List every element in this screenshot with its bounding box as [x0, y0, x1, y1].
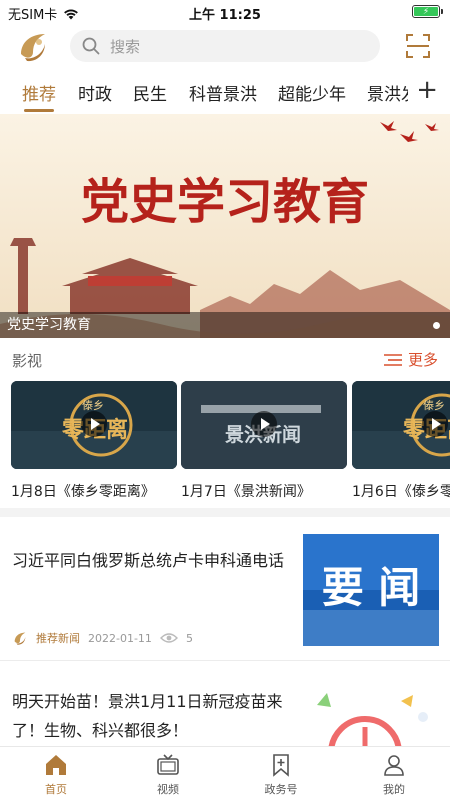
search-placeholder: 搜索 [110, 37, 141, 56]
svg-text:要 闻: 要 闻 [322, 563, 421, 612]
banner-image: 党史学习教育 [0, 114, 450, 338]
carousel-dot[interactable] [433, 322, 440, 329]
nav-label: 政务号 [264, 783, 298, 796]
video-thumbnail: 零距离 傣乡 [11, 381, 177, 469]
tab-politics[interactable]: 时政 [78, 80, 112, 105]
banner-caption: 党史学习教育 [7, 317, 91, 333]
channel-tabs: 推荐 时政 民生 科普景洪 超能少年 景洪发布 + [0, 74, 450, 112]
tab-strip: 推荐 时政 民生 科普景洪 超能少年 景洪发布 [0, 74, 408, 112]
nav-label: 视频 [157, 783, 179, 796]
section-divider [0, 508, 450, 517]
tab-science[interactable]: 科普景洪 [189, 80, 257, 105]
play-icon [251, 411, 277, 437]
battery-icon: ⚡ [412, 5, 443, 18]
play-icon [81, 411, 107, 437]
video-title: 1月6日《傣乡零距离》 [352, 484, 450, 500]
header: 搜索 [0, 26, 450, 66]
search-icon [82, 37, 100, 55]
nav-video[interactable]: 视频 [133, 753, 203, 797]
video-thumbnail: 景洪新闻 [181, 381, 347, 469]
tv-icon [157, 754, 179, 775]
user-icon [384, 755, 404, 776]
video-list: 零距离 傣乡 1月8日《傣乡零距离》 景洪新闻 1月7日《景洪新闻》 零距离 [0, 381, 450, 503]
more-label: 更多 [407, 351, 438, 369]
tab-indicator [24, 109, 54, 112]
video-card[interactable]: 景洪新闻 1月7日《景洪新闻》 [181, 381, 347, 501]
search-bar[interactable]: 搜索 [70, 30, 380, 62]
news-date: 2022-01-11 [88, 631, 152, 645]
video-thumbnail: 零距离 傣乡 [352, 381, 450, 469]
status-time: 上午 11:25 [189, 8, 261, 23]
play-icon [422, 411, 448, 437]
source-logo-icon [14, 632, 26, 645]
video-title: 1月8日《傣乡零距离》 [11, 484, 155, 500]
more-button[interactable]: 更多 [383, 349, 438, 370]
video-card[interactable]: 零距离 傣乡 1月6日《傣乡零距离》 [352, 381, 450, 501]
nav-label: 首页 [45, 783, 67, 796]
banner-headline: 党史学习教育 [81, 174, 369, 230]
news-thumbnail [303, 683, 439, 746]
video-title: 1月7日《景洪新闻》 [181, 484, 311, 500]
tab-recommend[interactable]: 推荐 [22, 80, 56, 105]
bottom-nav: 首页 视频 政务号 我的 [0, 746, 450, 800]
section-title: 影视 [12, 352, 43, 370]
news-source: 推荐新闻 [36, 632, 80, 645]
news-title: 习近平同白俄罗斯总统卢卡申科通电话 [12, 551, 285, 570]
home-icon [46, 755, 66, 775]
news-thumbnail: 要 闻 [303, 534, 439, 646]
scan-icon[interactable] [406, 34, 430, 58]
news-views: 5 [185, 631, 193, 645]
eye-icon [159, 633, 178, 643]
nav-home[interactable]: 首页 [21, 753, 91, 797]
list-icon [383, 353, 402, 366]
nav-label: 我的 [383, 783, 405, 796]
nav-profile[interactable]: 我的 [359, 753, 429, 797]
status-bar: 无SIM卡 上午 11:25 ⚡ [0, 0, 450, 24]
video-section-header: 影视 更多 [0, 348, 450, 372]
banner-carousel[interactable]: 党史学习教育 党史学习教育 [0, 114, 450, 338]
app-logo-icon[interactable] [15, 28, 51, 64]
news-meta: 推荐新闻 2022-01-11 5 [12, 630, 193, 646]
tab-release[interactable]: 景洪发布 [367, 80, 408, 105]
video-card[interactable]: 零距离 傣乡 1月8日《傣乡零距离》 [11, 381, 177, 501]
news-item[interactable]: 习近平同白俄罗斯总统卢卡申科通电话 推荐新闻 2022-01-11 5 要 闻 [0, 530, 450, 660]
news-item[interactable]: 明天开始苗！景洪1月11日新冠疫苗来了！生物、科兴都很多！ [0, 661, 450, 746]
tab-livelihood[interactable]: 民生 [133, 80, 167, 105]
tab-youth[interactable]: 超能少年 [278, 80, 346, 105]
add-channel-icon[interactable]: + [416, 76, 438, 104]
bookmark-icon [273, 754, 289, 777]
nav-government[interactable]: 政务号 [246, 753, 316, 797]
news-title: 明天开始苗！景洪1月11日新冠疫苗来了！生物、科兴都很多！ [12, 692, 283, 740]
